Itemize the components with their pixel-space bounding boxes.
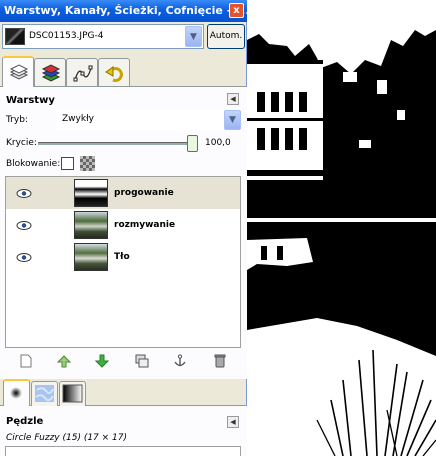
brushes-icon [10,387,22,399]
patterns-icon [35,385,54,402]
panel-menu-button[interactable]: ◀ [227,93,239,105]
undo-icon [105,66,123,82]
layer-row[interactable]: Tło [6,241,240,273]
dock-tabbar [0,56,247,87]
tab-paths[interactable] [66,58,98,86]
brushes-grid[interactable] [5,446,241,456]
tab-undo-history[interactable] [98,58,130,86]
mode-label: Tryb: [6,115,28,125]
layers-panel: Warstwy ◀ Tryb: Zwykły ▼ Krycie: 100,0 B… [0,87,247,379]
paths-icon [73,65,93,82]
tab-gradients[interactable] [59,381,86,406]
autom-button[interactable]: Autom. [207,24,245,49]
layers-dock-window: Warstwy, Kanały, Ścieżki, Cofnięcie - P.… [0,0,254,456]
brushes-title: Pędzle [6,416,44,427]
thresholded-image [247,0,436,456]
triangle-left-icon: ◀ [230,418,236,426]
raise-layer-icon[interactable] [57,354,71,368]
chevron-down-icon[interactable]: ▼ [224,110,241,130]
layer-thumbnail [74,179,108,207]
window-title: Warstwy, Kanały, Ścieżki, Cofnięcie - P.… [4,4,254,17]
image-select[interactable]: DSC01153.JPG-4 ▼ [2,24,204,49]
panel-title: Warstwy [6,95,55,106]
lock-alpha-checkbox[interactable] [61,157,74,170]
layer-name[interactable]: progowanie [114,188,174,198]
gradients-icon [62,384,83,403]
new-layer-icon[interactable] [19,354,33,368]
layer-thumbnail [74,211,108,239]
channels-icon [41,64,61,82]
opacity-label: Krycie: [6,138,37,148]
layer-name[interactable]: Tło [114,252,130,262]
eye-icon[interactable] [16,253,32,262]
brushes-panel: Pędzle ◀ Circle Fuzzy (15) (17 × 17) [0,406,247,456]
image-canvas[interactable] [247,0,436,456]
image-name: DSC01153.JPG-4 [29,31,104,41]
tab-layers[interactable] [2,56,34,87]
layers-toolbar [5,351,241,371]
delete-layer-icon[interactable] [213,354,227,368]
lower-layer-icon[interactable] [95,354,109,368]
tab-patterns[interactable] [31,381,58,406]
image-thumbnail [5,28,25,45]
triangle-left-icon: ◀ [230,95,236,103]
brush-tabbar [0,379,247,406]
tab-channels[interactable] [34,58,66,86]
panel-menu-button[interactable]: ◀ [227,416,239,428]
lock-label: Blokowanie: [6,159,61,169]
close-button[interactable]: x [229,3,244,18]
anchor-layer-icon[interactable] [173,354,187,368]
mode-select[interactable]: Zwykły ▼ [56,110,241,130]
chevron-down-icon[interactable]: ▼ [185,26,202,47]
layer-name[interactable]: rozmywanie [114,220,175,230]
layer-row[interactable]: progowanie [6,177,240,209]
duplicate-layer-icon[interactable] [135,354,149,368]
close-icon: x [233,5,240,16]
eye-icon[interactable] [16,221,32,230]
layer-thumbnail [74,243,108,271]
image-selector-bar: DSC01153.JPG-4 ▼ Autom. [2,24,245,50]
opacity-value[interactable]: 100,0 [205,138,231,148]
alpha-checker-icon [80,156,95,171]
tab-brushes[interactable] [3,379,30,406]
brush-name: Circle Fuzzy (15) (17 × 17) [6,433,128,443]
layers-icon [9,64,29,80]
window-titlebar[interactable]: Warstwy, Kanały, Ścieżki, Cofnięcie - P.… [0,0,254,22]
layers-list[interactable]: progowanie rozmywanie Tło [5,176,241,348]
opacity-slider-thumb[interactable] [187,135,198,152]
opacity-slider-track[interactable] [38,142,196,145]
mode-value: Zwykły [62,114,94,124]
eye-icon[interactable] [16,189,32,198]
layer-row[interactable]: rozmywanie [6,209,240,241]
